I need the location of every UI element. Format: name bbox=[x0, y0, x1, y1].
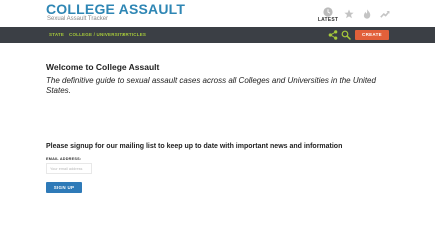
flame-icon bbox=[363, 9, 371, 19]
page-title: Welcome to College Assault bbox=[46, 62, 160, 72]
nav-item-articles[interactable]: ARTICLES bbox=[122, 32, 146, 38]
trending-tab[interactable] bbox=[374, 5, 396, 27]
email-field[interactable] bbox=[46, 163, 92, 174]
star-icon bbox=[344, 9, 354, 19]
signup-heading: Please signup for our mailing list to ke… bbox=[46, 143, 343, 150]
page-intro: The definitive guide to sexual assault c… bbox=[46, 76, 376, 95]
signup-button[interactable]: SIGN UP bbox=[46, 182, 82, 193]
share-icon[interactable] bbox=[328, 30, 338, 40]
nav-item-college-university[interactable]: COLLEGE / UNIVERSITY bbox=[69, 32, 126, 38]
site-tagline: Sexual Assault Tracker bbox=[47, 16, 109, 22]
latest-tab[interactable]: LATEST bbox=[317, 5, 339, 27]
nav-item-state[interactable]: STATE bbox=[49, 32, 64, 38]
search-icon[interactable] bbox=[341, 30, 351, 40]
trending-icon bbox=[380, 11, 390, 18]
main-nav: STATE COLLEGE / UNIVERSITY ARTICLES CREA… bbox=[0, 27, 435, 43]
email-label: EMAIL ADDRESS: bbox=[46, 157, 82, 161]
top-header: COLLEGE ASSAULT Sexual Assault Tracker L… bbox=[0, 0, 435, 27]
clock-icon bbox=[323, 7, 333, 17]
create-button[interactable]: CREATE bbox=[355, 30, 389, 40]
